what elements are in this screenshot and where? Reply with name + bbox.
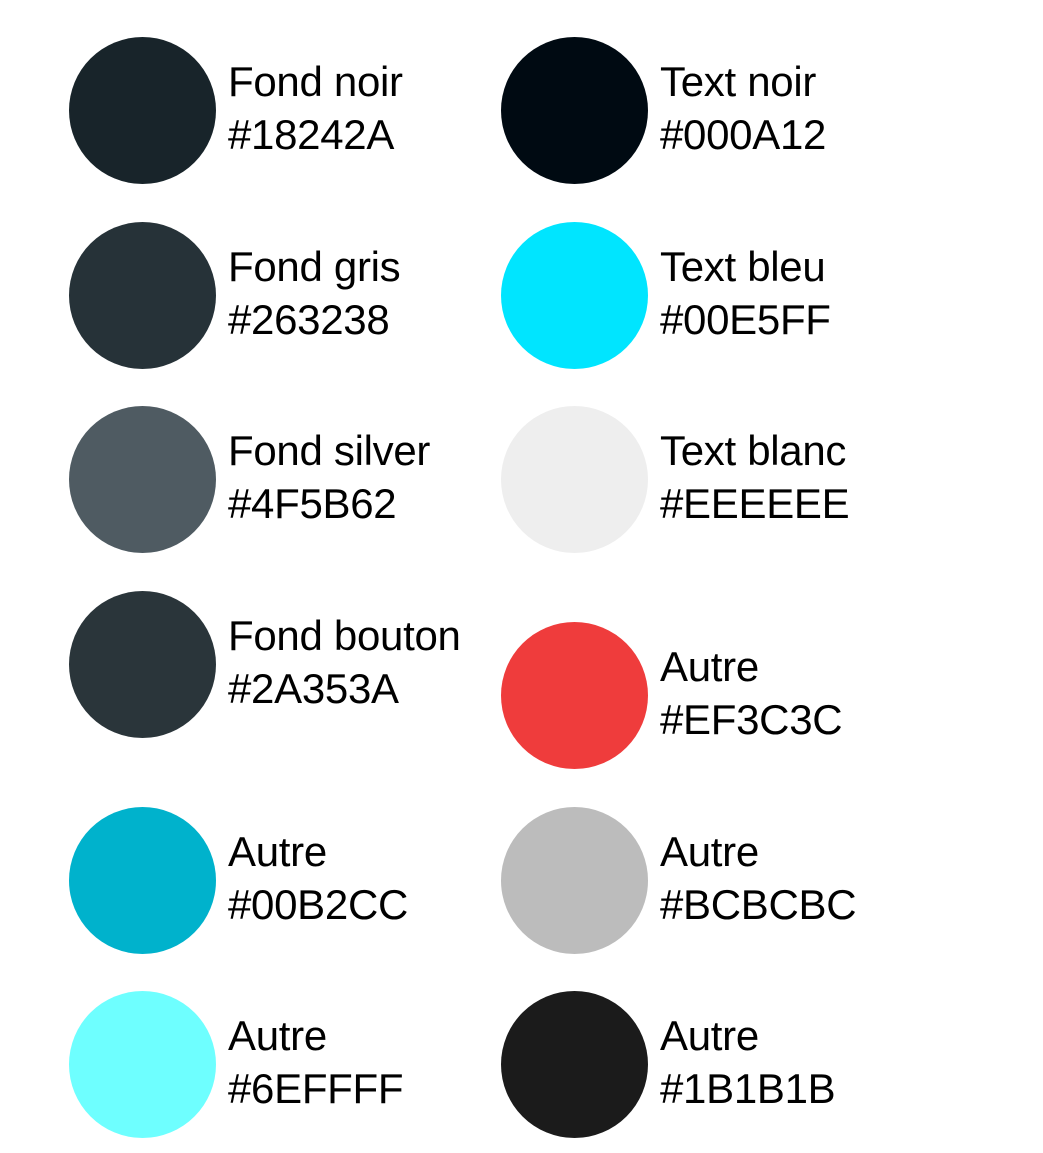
color-circle	[501, 406, 648, 553]
color-hex: #000A12	[660, 111, 827, 158]
color-swatch-autre-00b2cc: Autre #00B2CC	[69, 807, 489, 957]
color-name: Text bleu	[660, 243, 826, 290]
color-swatch-fond-gris: Fond gris #263238	[69, 222, 489, 372]
color-name: Fond noir	[228, 58, 403, 105]
color-hex: #00B2CC	[228, 881, 409, 928]
color-label: Fond noir #18242A	[228, 55, 403, 161]
color-name: Fond bouton	[228, 612, 461, 659]
color-swatch-autre-bcbcbc: Autre #BCBCBC	[501, 807, 921, 957]
color-hex: #18242A	[228, 111, 395, 158]
color-name: Autre	[660, 643, 759, 690]
color-label: Autre #6EFFFF	[228, 1009, 404, 1115]
color-hex: #6EFFFF	[228, 1065, 404, 1112]
color-swatch-fond-silver: Fond silver #4F5B62	[69, 406, 489, 556]
color-name: Text blanc	[660, 427, 847, 474]
color-circle	[69, 37, 216, 184]
color-label: Text bleu #00E5FF	[660, 240, 831, 346]
color-circle	[69, 222, 216, 369]
color-hex: #00E5FF	[660, 296, 831, 343]
color-name: Autre	[660, 828, 759, 875]
color-label: Autre #00B2CC	[228, 825, 408, 931]
color-swatch-text-bleu: Text bleu #00E5FF	[501, 222, 921, 372]
color-hex: #BCBCBC	[660, 881, 857, 928]
color-circle	[69, 406, 216, 553]
color-hex: #4F5B62	[228, 480, 397, 527]
color-label: Autre #BCBCBC	[660, 825, 857, 931]
color-swatch-autre-1b1b1b: Autre #1B1B1B	[501, 991, 921, 1141]
color-label: Fond silver #4F5B62	[228, 424, 430, 530]
color-label: Fond gris #263238	[228, 240, 401, 346]
color-name: Fond gris	[228, 243, 401, 290]
color-label: Autre #1B1B1B	[660, 1009, 836, 1115]
color-name: Autre	[228, 1012, 327, 1059]
color-circle	[501, 807, 648, 954]
color-name: Autre	[660, 1012, 759, 1059]
color-circle	[501, 991, 648, 1138]
color-label: Autre #EF3C3C	[660, 640, 843, 746]
color-name: Autre	[228, 828, 327, 875]
color-label: Text blanc #EEEEEE	[660, 424, 850, 530]
color-hex: #263238	[228, 296, 390, 343]
color-hex: #2A353A	[228, 665, 399, 712]
color-label: Fond bouton #2A353A	[228, 609, 461, 715]
color-name: Fond silver	[228, 427, 431, 474]
color-hex: #1B1B1B	[660, 1065, 836, 1112]
color-circle	[69, 991, 216, 1138]
color-circle	[501, 622, 648, 769]
color-circle	[69, 591, 216, 738]
color-circle	[501, 37, 648, 184]
color-circle	[69, 807, 216, 954]
color-name: Text noir	[660, 58, 817, 105]
color-swatch-fond-bouton: Fond bouton #2A353A	[69, 591, 489, 741]
color-label: Text noir #000A12	[660, 55, 826, 161]
color-hex: #EEEEEE	[660, 480, 850, 527]
color-circle	[501, 222, 648, 369]
color-swatch-fond-noir: Fond noir #18242A	[69, 37, 489, 187]
color-swatch-text-blanc: Text blanc #EEEEEE	[501, 406, 921, 556]
color-hex: #EF3C3C	[660, 696, 843, 743]
color-swatch-autre-6effff: Autre #6EFFFF	[69, 991, 489, 1141]
color-swatch-autre-ef3c3c: Autre #EF3C3C	[501, 622, 921, 772]
color-swatch-text-noir: Text noir #000A12	[501, 37, 921, 187]
